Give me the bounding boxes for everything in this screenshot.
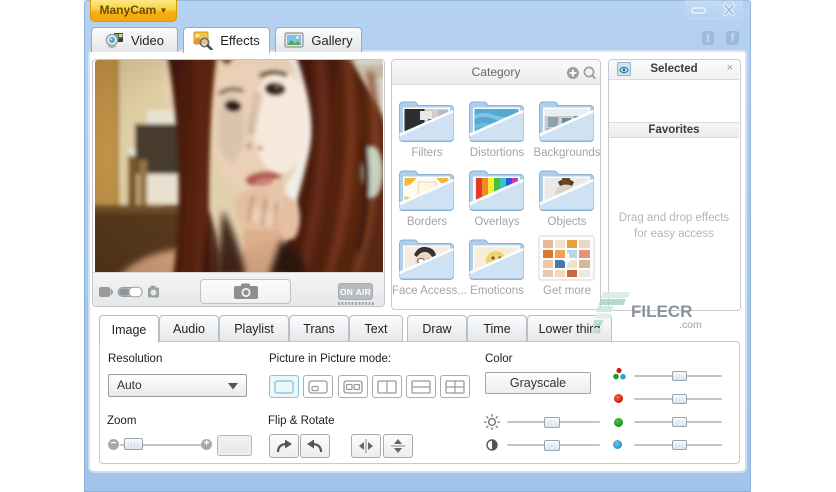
svg-text:.com: .com xyxy=(679,319,702,331)
